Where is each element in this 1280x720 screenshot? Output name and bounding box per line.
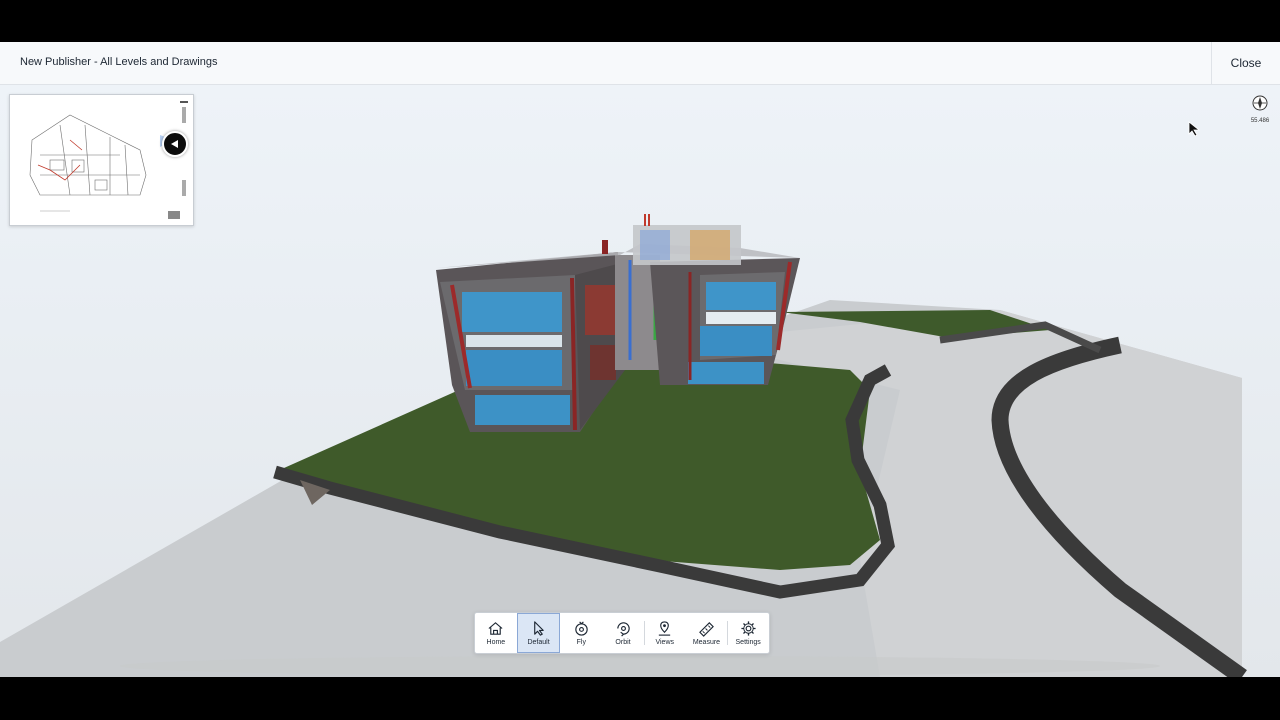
home-tool-button[interactable]: Home [475,613,517,653]
ruler-icon [699,622,714,637]
window-bottom-bar [0,677,1280,720]
close-button[interactable]: Close [1231,56,1262,70]
ground-shadow [120,656,1160,676]
measure-tool-label: Measure [692,639,721,646]
mouse-cursor-icon [1188,121,1201,137]
fly-tool-button[interactable]: Fly [560,613,602,653]
navigation-toolbar: Home Default Fly Orbit Views Measure Set… [474,612,770,654]
camera-direction-icon [171,140,178,148]
default-tool-button[interactable]: Default [516,613,561,653]
compass-icon[interactable] [1252,95,1268,111]
orbit-tool-button[interactable]: Orbit [602,613,644,653]
home-icon [488,622,503,635]
measure-tool-button[interactable]: Measure [686,613,728,653]
default-tool-label: Default [527,639,550,646]
pointer-icon [534,621,544,636]
settings-tool-label: Settings [735,639,761,646]
camera-position-marker[interactable] [162,131,188,157]
home-tool-label: Home [486,639,506,646]
views-tool-label: Views [655,639,674,646]
views-tool-button[interactable]: Views [643,613,686,653]
gear-icon [741,621,756,636]
minimap-floorplan[interactable] [9,94,194,226]
fly-tool-label: Fly [576,639,586,646]
3d-viewport[interactable]: 55.486 Home Default Fly Orbit Views Meas… [0,85,1280,677]
scale-readout: 55.486 [1250,118,1270,124]
window-top-bar [0,0,1280,42]
viewer-title: New Publisher - All Levels and Drawings [20,56,218,68]
orbit-icon [616,622,630,637]
viewer-header: New Publisher - All Levels and Drawings … [0,42,1280,85]
orbit-tool-label: Orbit [615,639,631,646]
floorplan-drawing [29,101,188,219]
fly-icon [575,621,588,636]
views-icon [659,621,671,636]
compass-widget[interactable]: 55.486 [1250,95,1270,124]
close-button-wrap: Close [1211,42,1280,84]
settings-tool-button[interactable]: Settings [727,613,769,653]
